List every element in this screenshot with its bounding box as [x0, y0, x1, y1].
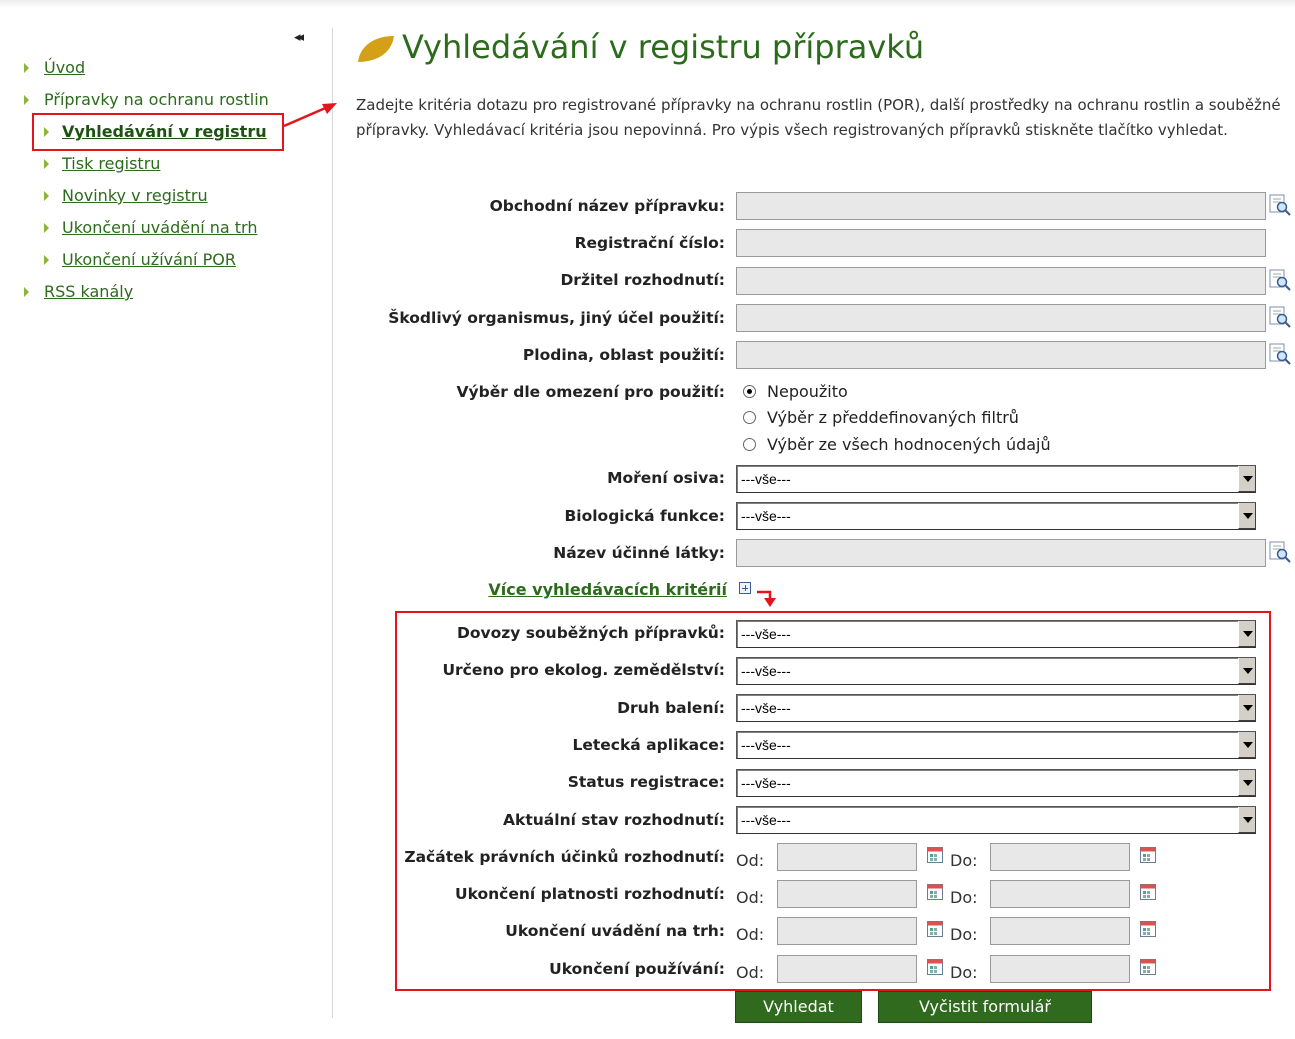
dropdown-arrow-icon[interactable] — [1238, 732, 1256, 758]
radio-button[interactable] — [743, 438, 756, 451]
calendar-icon[interactable] — [927, 884, 943, 900]
dovozy-label: Dovozy souběžných přípravků: — [457, 624, 725, 642]
date-to-label: Do: — [950, 925, 978, 944]
aktualni-stav-select[interactable]: ---vše--- — [736, 806, 1256, 834]
zacatek-do-input[interactable] — [990, 843, 1130, 871]
arrow-right-icon — [44, 159, 49, 169]
dropdown-arrow-icon[interactable] — [1238, 658, 1256, 684]
dropdown-arrow-icon[interactable] — [1238, 807, 1256, 833]
more-criteria-link[interactable]: Více vyhledávacích kritérií — [488, 580, 727, 599]
moreni-label: Moření osiva: — [607, 469, 725, 487]
radio-button[interactable] — [743, 411, 756, 424]
date-from-label: Od: — [736, 888, 765, 907]
expand-plus-icon[interactable] — [739, 582, 751, 594]
status-registrace-label: Status registrace: — [567, 773, 725, 791]
clear-form-button[interactable]: Vyčistit formulář — [878, 991, 1092, 1023]
radio-button-checked[interactable] — [743, 385, 756, 398]
aktualni-stav-label: Aktuální stav rozhodnutí: — [503, 811, 725, 829]
zacatek-od-input[interactable] — [777, 843, 917, 871]
ekolog-label: Určeno pro ekolog. zemědělství: — [442, 661, 725, 679]
moreni-select[interactable]: ---vše--- — [736, 465, 1256, 493]
druh-baleni-label: Druh balení: — [617, 699, 725, 717]
ucinna-latka-input[interactable] — [736, 539, 1266, 567]
ekolog-select[interactable]: ---vše--- — [736, 657, 1256, 685]
registracni-cislo-input[interactable] — [736, 229, 1266, 257]
platnost-od-input[interactable] — [777, 880, 917, 908]
calendar-icon[interactable] — [1140, 921, 1156, 937]
date-from-label: Od: — [736, 851, 765, 870]
trh-od-input[interactable] — [777, 917, 917, 945]
status-registrace-select[interactable]: ---vše--- — [736, 769, 1256, 797]
arrow-right-icon — [24, 95, 29, 105]
plodina-label: Plodina, oblast použití: — [522, 346, 725, 364]
page-title: Vyhledávání v registru přípravků — [402, 28, 925, 66]
arrow-right-icon — [44, 127, 49, 137]
lookup-icon[interactable] — [1269, 343, 1291, 365]
plodina-input[interactable] — [736, 341, 1266, 369]
search-button[interactable]: Vyhledat — [735, 991, 862, 1023]
calendar-icon[interactable] — [927, 847, 943, 863]
date-to-label: Do: — [950, 851, 978, 870]
biologicka-funkce-label: Biologická funkce: — [564, 507, 725, 525]
intro-text: Zadejte kritéria dotazu pro registrované… — [356, 96, 1281, 139]
sidebar-divider — [332, 28, 333, 1018]
pouzivani-do-input[interactable] — [990, 955, 1130, 983]
calendar-icon[interactable] — [927, 959, 943, 975]
biologicka-funkce-select[interactable]: ---vše--- — [736, 502, 1256, 530]
lookup-icon[interactable] — [1269, 306, 1291, 328]
calendar-icon[interactable] — [1140, 847, 1156, 863]
arrow-right-icon — [44, 255, 49, 265]
ukonceni-uvadeni-label: Ukončení uvádění na trh: — [505, 922, 725, 940]
lookup-icon[interactable] — [1269, 541, 1291, 563]
dropdown-arrow-icon[interactable] — [1238, 695, 1256, 721]
date-to-label: Do: — [950, 963, 978, 982]
date-to-label: Do: — [950, 888, 978, 907]
calendar-icon[interactable] — [1140, 959, 1156, 975]
ukonceni-platnosti-label: Ukončení platnosti rozhodnutí: — [455, 885, 725, 903]
radio-predefinovane-filtry[interactable]: Výběr z předdefinovaných filtrů — [743, 408, 1019, 427]
platnost-do-input[interactable] — [990, 880, 1130, 908]
lookup-icon[interactable] — [1269, 194, 1291, 216]
dropdown-arrow-icon[interactable] — [1238, 503, 1256, 529]
ucinna-latka-label: Název účinné látky: — [553, 544, 725, 562]
pouzivani-od-input[interactable] — [777, 955, 917, 983]
obchodni-nazev-input[interactable] — [736, 192, 1266, 220]
arrow-right-icon — [24, 63, 29, 73]
arrow-right-icon — [44, 223, 49, 233]
radio-vsechny-udaje[interactable]: Výběr ze všech hodnocených údajů — [743, 435, 1051, 454]
leaf-icon — [358, 36, 394, 62]
letecka-aplikace-label: Letecká aplikace: — [572, 736, 725, 754]
dropdown-arrow-icon[interactable] — [1238, 466, 1256, 492]
registracni-cislo-label: Registrační číslo: — [574, 234, 725, 252]
top-border — [0, 0, 1295, 8]
lookup-icon[interactable] — [1269, 269, 1291, 291]
zacatek-ucinku-label: Začátek právních účinků rozhodnutí: — [404, 848, 725, 866]
trh-do-input[interactable] — [990, 917, 1130, 945]
omezeni-label: Výběr dle omezení pro použití: — [456, 383, 725, 401]
dovozy-select[interactable]: ---vše--- — [736, 620, 1256, 648]
obchodni-nazev-label: Obchodní název přípravku: — [489, 197, 725, 215]
skodlivy-organismus-label: Škodlivý organismus, jiný účel použití: — [388, 309, 725, 327]
skodlivy-organismus-input[interactable] — [736, 304, 1266, 332]
dropdown-arrow-icon[interactable] — [1238, 770, 1256, 796]
drzitel-input[interactable] — [736, 267, 1266, 295]
collapse-sidebar-icon[interactable]: ◂◂ — [294, 30, 304, 45]
letecka-aplikace-select[interactable]: ---vše--- — [736, 731, 1256, 759]
drzitel-label: Držitel rozhodnutí: — [560, 271, 725, 289]
druh-baleni-select[interactable]: ---vše--- — [736, 694, 1256, 722]
arrow-right-icon — [24, 287, 29, 297]
arrow-right-icon — [44, 191, 49, 201]
date-from-label: Od: — [736, 925, 765, 944]
calendar-icon[interactable] — [1140, 884, 1156, 900]
calendar-icon[interactable] — [927, 921, 943, 937]
ukonceni-pouzivani-label: Ukončení používání: — [549, 960, 725, 978]
radio-nepouzito[interactable]: Nepoužito — [743, 382, 848, 401]
dropdown-arrow-icon[interactable] — [1238, 621, 1256, 647]
date-from-label: Od: — [736, 963, 765, 982]
